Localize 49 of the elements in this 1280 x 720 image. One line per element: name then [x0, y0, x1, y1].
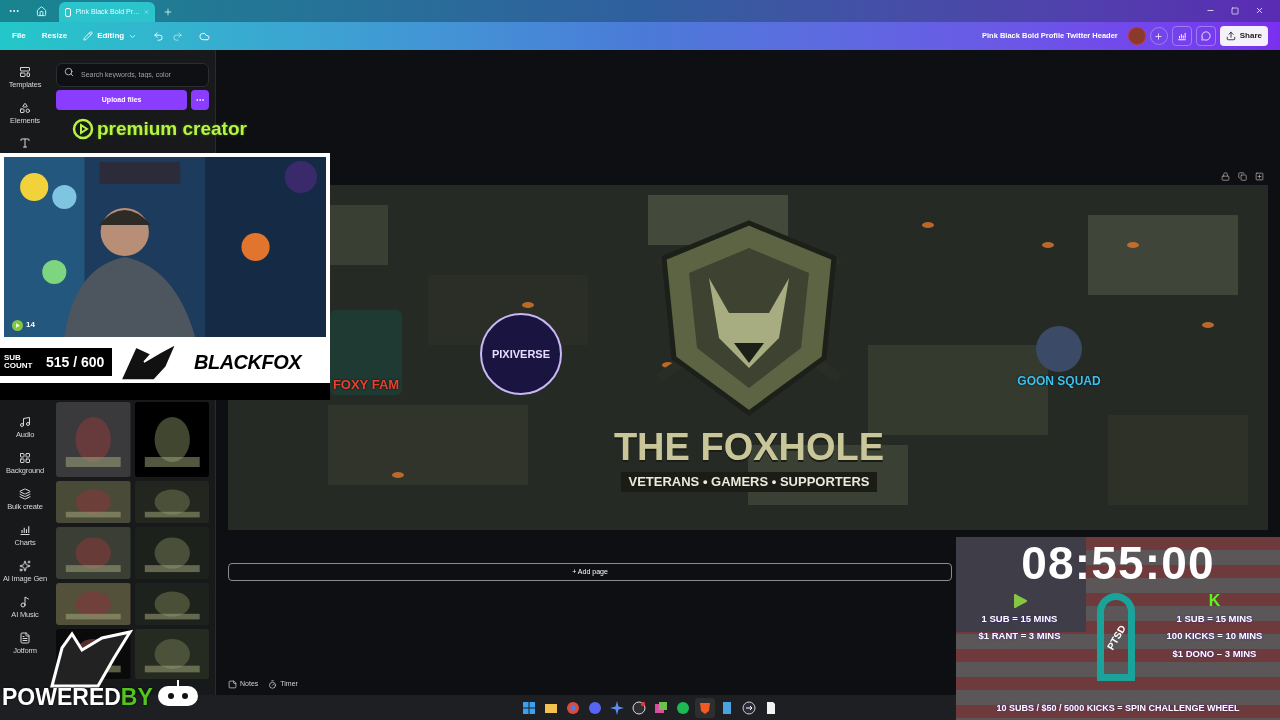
insights-button[interactable] — [1171, 26, 1192, 46]
rail-icon — [19, 488, 31, 500]
new-tab-icon[interactable] — [163, 7, 173, 17]
rule-text: $1 RANT = 3 MINS — [978, 629, 1061, 644]
add-icon[interactable] — [1255, 171, 1264, 181]
pencil-icon — [83, 31, 94, 41]
rail-icon — [19, 596, 31, 608]
rule-text: 100 KICKS = 10 MINS — [1166, 629, 1263, 644]
rail-icon — [19, 452, 31, 464]
design-tagline: VETERANS • GAMERS • SUPPORTERS — [620, 472, 878, 492]
by-label: BY — [120, 684, 153, 710]
lock-icon[interactable] — [1221, 171, 1230, 181]
rule-text: $1 DONO – 3 MINS — [1172, 646, 1257, 661]
maximize-icon[interactable] — [1231, 7, 1239, 15]
rail-icon — [19, 66, 31, 78]
foxy-fam-logo: FOXY FAM — [330, 310, 402, 395]
comment-icon — [1200, 31, 1211, 41]
rail-icon — [19, 102, 31, 114]
more-button[interactable] — [191, 90, 209, 110]
play-circle-icon — [72, 118, 94, 141]
shield-icon[interactable] — [695, 697, 715, 718]
countdown-clock: 08:55:00 — [1021, 539, 1215, 587]
rail-icon — [19, 560, 31, 572]
close-icon[interactable] — [1255, 6, 1264, 15]
rule-text: 1 SUB = 15 MINS — [1176, 612, 1253, 626]
premium-creator-label: premium creator — [97, 117, 247, 141]
duplicate-icon[interactable] — [1238, 171, 1247, 181]
play-icon — [1011, 593, 1028, 609]
timer-icon — [268, 679, 278, 689]
comment-button[interactable] — [1195, 26, 1216, 46]
chart-icon — [1176, 31, 1187, 41]
challenge-text: 10 SUBS / $50 / 5000 KICKS = SPIN CHALLENGE WHEEL — [996, 701, 1240, 715]
plus-icon — [1154, 31, 1164, 41]
share-icon — [1225, 31, 1236, 41]
goon-squad-logo: GOON SQUAD — [1015, 310, 1103, 390]
brand-name: BLACKFOX — [194, 350, 302, 375]
share-button[interactable]: Share — [1219, 26, 1268, 46]
rail-icon — [19, 416, 31, 428]
rail-icon — [19, 632, 31, 644]
notes-icon — [228, 679, 237, 689]
powered-label: POWERED — [2, 684, 121, 710]
rail-icon — [19, 524, 31, 536]
rule-text: 1 SUB = 15 MINS — [981, 612, 1058, 626]
sub-count-panel: SUB COUNT 515 / 600 — [0, 348, 112, 376]
home-icon[interactable] — [36, 6, 47, 17]
text-icon[interactable] — [19, 137, 31, 149]
search-icon — [64, 67, 74, 77]
kick-logo: K — [1208, 593, 1221, 609]
design-title: THE FOXHOLE — [613, 428, 885, 466]
